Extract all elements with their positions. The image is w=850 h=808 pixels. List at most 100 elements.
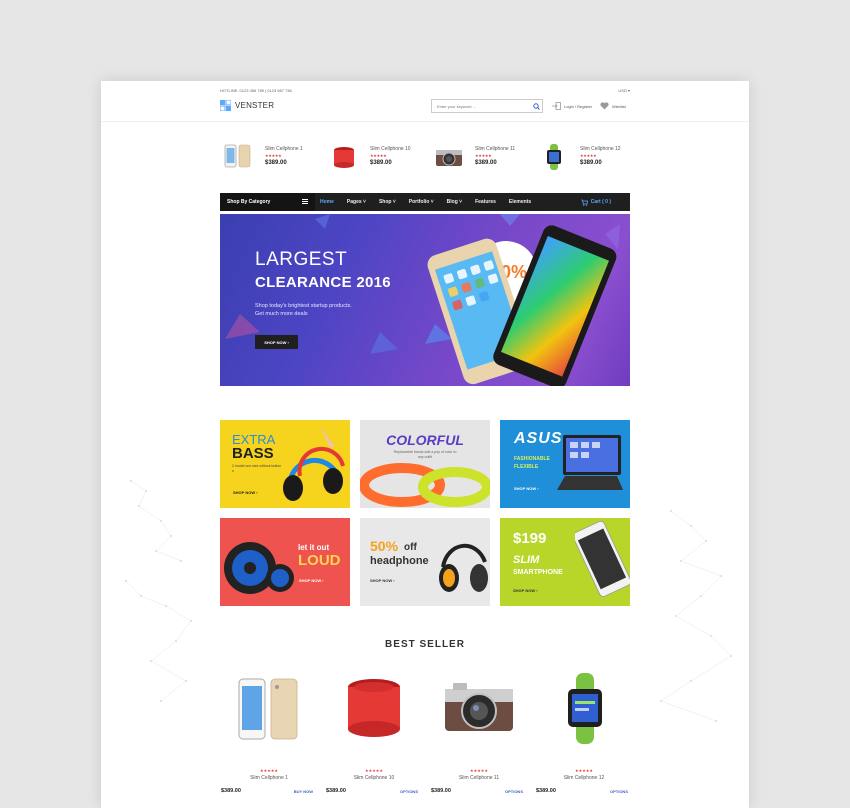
featured-mini-products: Slim Cellphone 1 ★★★★★ $389.00 Slim Cell…: [220, 141, 630, 177]
cart-label: Cart ( 0 ): [590, 199, 611, 205]
hamburger-menu-icon: [302, 199, 308, 204]
rating-stars: ★★★★★: [365, 768, 383, 773]
buy-now-button[interactable]: BUY NOW: [294, 789, 313, 794]
smartwatch-icon: [547, 144, 561, 170]
promo-title-line2: FLEXIBLE: [514, 464, 539, 470]
header-divider: [101, 121, 749, 122]
nav-menu: Home Pages ˅ Shop ˅ Portfolio ˅ Blog ˅ F…: [320, 193, 544, 211]
promo-shop-now-link[interactable]: SHOP NOW ›: [370, 578, 395, 583]
brand-name: VENSTER: [235, 101, 275, 110]
search-input[interactable]: [432, 100, 530, 112]
mini-product-price: $389.00: [580, 160, 602, 166]
product-price: $389.00: [431, 788, 451, 794]
best-seller-product-card[interactable]: ★★★★★ Slim Cellphone 12 $389.00 OPTIONS: [536, 671, 632, 801]
hotline-text: HOTLINE: 0123 456 789 | 0123 987 736: [220, 88, 292, 93]
hero-subtitle-line1: Shop today's brightest startup products.: [255, 303, 352, 309]
promo-discount: 50%: [370, 538, 399, 554]
promo-title-line2: SLIM: [513, 554, 540, 566]
brand-logo[interactable]: VENSTER: [220, 100, 274, 111]
login-register-label: Login / Register: [564, 103, 593, 109]
promo-title-line2: BASS: [232, 445, 274, 462]
rating-stars: ★★★★★: [470, 768, 488, 773]
product-name[interactable]: Slim Cellphone 12: [536, 775, 632, 781]
rating-stars: ★★★★★: [260, 768, 278, 773]
best-seller-heading: BEST SELLER: [385, 639, 465, 650]
mini-product-card[interactable]: Slim Cellphone 10 ★★★★★ $389.00: [325, 141, 425, 177]
smartphone-image: [575, 520, 630, 597]
rating-stars: ★★★★★: [475, 153, 492, 158]
mini-product-card[interactable]: Slim Cellphone 1 ★★★★★ $389.00: [220, 141, 320, 177]
best-seller-product-card[interactable]: ★★★★★ Slim Cellphone 10 $389.00 OPTIONS: [326, 671, 422, 801]
laptop-tablet-image: [557, 435, 623, 490]
mini-product-name: Slim Cellphone 11: [475, 146, 516, 152]
login-register-link[interactable]: Login / Register: [552, 102, 592, 110]
cart-link[interactable]: Cart ( 0 ): [581, 193, 611, 211]
promo-title-line1: let it out: [298, 543, 330, 552]
promo-banner-extra-bass[interactable]: EXTRA BASS 2 model one size without butt…: [220, 420, 350, 508]
rating-stars: ★★★★★: [265, 153, 282, 158]
mini-product-price: $389.00: [475, 160, 497, 166]
mini-product-card[interactable]: Slim Cellphone 11 ★★★★★ $389.00: [430, 141, 530, 177]
promo-shop-now-link[interactable]: SHOP NOW ›: [514, 486, 539, 491]
options-button[interactable]: OPTIONS: [400, 789, 418, 794]
speaker-icon: [348, 679, 400, 737]
promo-title-line1: FASHIONABLE: [514, 456, 550, 462]
headphone-image: [439, 543, 488, 592]
options-button[interactable]: OPTIONS: [610, 789, 628, 794]
camera-icon: [436, 150, 462, 166]
nav-item-portfolio[interactable]: Portfolio ˅: [409, 199, 434, 205]
options-button[interactable]: OPTIONS: [505, 789, 523, 794]
product-name[interactable]: Slim Cellphone 11: [431, 775, 527, 781]
promo-banner-asus[interactable]: ASUS FASHIONABLE FLEXIBLE SHOP NOW ›: [500, 420, 630, 508]
promo-banner-loud[interactable]: let it out LOUD SHOP NOW ›: [220, 518, 350, 606]
hero-title-line2: CLEARANCE 2016: [255, 274, 391, 291]
wishlist-label: Wishlist: [612, 103, 626, 109]
promo-title: COLORFUL: [386, 432, 464, 448]
promo-price: $199: [513, 530, 547, 547]
best-seller-product-card[interactable]: ★★★★★ Slim Cellphone 11 $389.00 OPTIONS: [431, 671, 527, 801]
page-frame: HOTLINE: 0123 456 789 | 0123 987 736 USD…: [101, 81, 749, 808]
shop-by-category-toggle[interactable]: Shop By Category: [220, 193, 315, 211]
hero-subtitle-line2: Get much more deals: [255, 311, 308, 317]
product-name[interactable]: Slim Cellphone 1: [221, 775, 317, 781]
mini-product-name: Slim Cellphone 12: [580, 146, 621, 152]
promo-banner-slim-smartphone[interactable]: $199 SLIM SMARTPHONE SHOP NOW ›: [500, 518, 630, 606]
smartphone-icon: [238, 678, 298, 740]
mini-product-name: Slim Cellphone 1: [265, 146, 303, 152]
nav-item-blog[interactable]: Blog ˅: [447, 199, 462, 205]
search-box: [431, 99, 543, 113]
promo-banner-colorful[interactable]: COLORFUL Replaceable bands add a pop of …: [360, 420, 490, 508]
cart-icon: [581, 199, 588, 206]
wishlist-link[interactable]: Wishlist: [600, 102, 626, 110]
nav-item-features[interactable]: Features: [475, 199, 496, 205]
top-bar: HOTLINE: 0123 456 789 | 0123 987 736 USD…: [220, 88, 630, 96]
nav-item-elements[interactable]: Elements: [509, 199, 531, 205]
mini-product-price: $389.00: [265, 160, 287, 166]
promo-title-line2: LOUD: [298, 552, 341, 569]
smartwatch-icon: [568, 673, 602, 744]
promo-shop-now-link[interactable]: SHOP NOW ›: [233, 490, 258, 495]
smartphone-icon: [224, 144, 251, 168]
mini-product-name: Slim Cellphone 10: [370, 146, 411, 152]
search-icon[interactable]: [530, 100, 542, 112]
category-label: Shop By Category: [227, 199, 271, 205]
heart-icon: [600, 102, 609, 110]
mini-product-price: $389.00: [370, 160, 392, 166]
currency-selector[interactable]: USD ▾: [618, 88, 630, 93]
best-seller-product-card[interactable]: ★★★★★ Slim Cellphone 1 $389.00 BUY NOW: [221, 671, 317, 801]
promo-shop-now-link[interactable]: SHOP NOW ›: [513, 588, 538, 593]
product-price: $389.00: [326, 788, 346, 794]
hero-title-line1: LARGEST: [255, 249, 348, 270]
promo-banner-headphone[interactable]: 50% off headphone SHOP NOW ›: [360, 518, 490, 606]
speaker-icon: [334, 147, 354, 168]
fitness-bands-image: [360, 463, 490, 507]
product-price: $389.00: [221, 788, 241, 794]
nav-item-home[interactable]: Home: [320, 199, 334, 205]
nav-item-shop[interactable]: Shop ˅: [379, 199, 396, 205]
product-name[interactable]: Slim Cellphone 10: [326, 775, 422, 781]
hero-shop-now-button[interactable]: SHOP NOW ›: [255, 335, 298, 349]
mini-product-card[interactable]: Slim Cellphone 12 ★★★★★ $389.00: [535, 141, 635, 177]
rating-stars: ★★★★★: [575, 768, 593, 773]
promo-shop-now-link[interactable]: SHOP NOW ›: [299, 578, 324, 583]
nav-item-pages[interactable]: Pages ˅: [347, 199, 366, 205]
